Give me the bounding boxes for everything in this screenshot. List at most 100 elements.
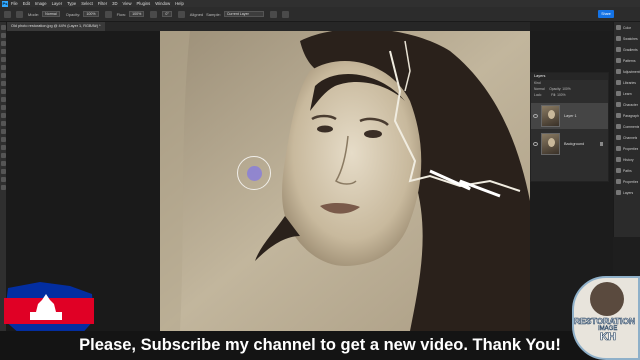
marquee-tool-icon[interactable] [1,33,6,38]
panel-patterns[interactable]: Patterns [614,55,640,66]
panel-properties[interactable]: Properties [614,143,640,154]
brush-preset-icon[interactable] [16,10,23,18]
pressure-size-icon[interactable] [281,10,289,18]
eraser-tool-icon[interactable] [1,113,6,118]
flow-field[interactable]: 100% [129,11,145,17]
menu-filter[interactable]: Filter [98,1,107,6]
menu-file[interactable]: File [11,1,18,6]
sample-select[interactable]: Current Layer [223,11,264,17]
panel-channels[interactable]: Channels [614,132,640,143]
layer-row-background[interactable]: Background [531,131,608,157]
panel-learn[interactable]: Learn [614,88,640,99]
lock-label: Lock: [534,93,542,97]
opacity-field[interactable]: 100% [83,11,99,17]
menu-view[interactable]: View [123,1,132,6]
layer-thumbnail [541,133,560,155]
panel-history[interactable]: History [614,154,640,165]
photoshop-logo: Ps [2,0,8,7]
sample-label: Sample: [206,11,221,17]
share-button[interactable]: Share [598,10,614,18]
move-tool-icon[interactable] [1,25,6,30]
ignore-adjustment-icon[interactable] [269,10,277,18]
layer-opacity-label: Opacity: [549,87,562,91]
document-tab-bar: Old photo restoration.jpg @ 44% (Layer 1… [7,22,530,31]
shape-tool-icon[interactable] [1,169,6,174]
panel-swatches[interactable]: Swatches [614,33,640,44]
menu-help[interactable]: Help [175,1,184,6]
pressure-opacity-icon[interactable] [104,10,112,18]
subtitle-banner: Please, Subscribe my channel to get a ne… [0,331,640,360]
panel-gradients[interactable]: Gradients [614,44,640,55]
paragraph-icon [616,113,621,118]
adjustments-icon [616,69,621,74]
dodge-tool-icon[interactable] [1,137,6,142]
document-tab[interactable]: Old photo restoration.jpg @ 44% (Layer 1… [7,22,105,31]
channel-logo: RESTORATION IMAGE KH [572,276,640,360]
lasso-tool-icon[interactable] [1,41,6,46]
clone-stamp-tool-icon[interactable] [4,10,11,18]
menu-edit[interactable]: Edit [23,1,30,6]
gradient-tool-icon[interactable] [1,121,6,126]
flow-label: Flow: [116,11,127,17]
panel-paths[interactable]: Paths [614,165,640,176]
options-bar: Mode: Normal Opacity: 100% Flow: 100% 0°… [0,7,640,22]
menu-select[interactable]: Select [81,1,93,6]
fill-value[interactable]: 100% [557,93,565,97]
aligned-checkbox[interactable] [177,10,185,18]
canvas-photo[interactable] [160,31,530,331]
menu-layer[interactable]: Layer [52,1,62,6]
channels-icon [616,135,621,140]
mode-select[interactable]: Normal [42,11,60,17]
layer-filter[interactable]: Kind [531,81,608,86]
character-icon [616,102,621,107]
menu-3d[interactable]: 3D [112,1,117,6]
panel-character[interactable]: Character [614,99,640,110]
logo-text-kh: KH [600,331,616,344]
panel-icons-column: Color Swatches Gradients Patterns Adjust… [613,22,640,237]
layer-row-layer-1[interactable]: Layer 1 [531,103,608,129]
mode-label: Mode: [28,11,40,17]
panel-libraries[interactable]: Libraries [614,77,640,88]
panel-properties-2[interactable]: Properties [614,176,640,187]
panel-color[interactable]: Color [614,22,640,33]
opacity-label: Opacity: [65,11,81,17]
visibility-eye-icon[interactable] [533,114,538,118]
old-portrait-photo [160,31,530,331]
panel-comments[interactable]: Comments [614,121,640,132]
panel-paragraph[interactable]: Paragraph [614,110,640,121]
panel-adjustments[interactable]: Adjustments [614,66,640,77]
healing-brush-tool-icon[interactable] [1,81,6,86]
aligned-label: Aligned [189,11,204,17]
blend-mode-select[interactable]: Normal [534,87,545,91]
quick-select-tool-icon[interactable] [1,49,6,54]
zoom-tool-icon[interactable] [1,185,6,190]
layer-name: Background [564,142,585,146]
layers-panel-title[interactable]: Layers [531,73,608,80]
eyedropper-tool-icon[interactable] [1,73,6,78]
type-tool-icon[interactable] [1,153,6,158]
brush-tool-icon[interactable] [1,89,6,94]
comments-icon [616,124,621,129]
menu-window[interactable]: Window [155,1,170,6]
airbrush-icon[interactable] [150,10,158,18]
layer-thumbnail [541,105,560,127]
pen-tool-icon[interactable] [1,145,6,150]
history-icon [616,157,621,162]
history-brush-tool-icon[interactable] [1,105,6,110]
menu-plugins[interactable]: Plugins [137,1,151,6]
menu-bar: Ps File Edit Image Layer Type Select Fil… [0,0,640,7]
crop-tool-icon[interactable] [1,57,6,62]
blur-tool-icon[interactable] [1,129,6,134]
panel-layers[interactable]: Layers [614,187,640,198]
frame-tool-icon[interactable] [1,65,6,70]
clone-stamp-tool-icon[interactable] [1,97,6,102]
menu-image[interactable]: Image [35,1,47,6]
hand-tool-icon[interactable] [1,177,6,182]
patterns-icon [616,58,621,63]
brush-cursor [237,156,271,190]
visibility-eye-icon[interactable] [533,142,538,146]
path-select-tool-icon[interactable] [1,161,6,166]
layer-opacity-value[interactable]: 100% [562,87,570,91]
menu-type[interactable]: Type [67,1,76,6]
angle-field[interactable]: 0° [162,11,172,17]
